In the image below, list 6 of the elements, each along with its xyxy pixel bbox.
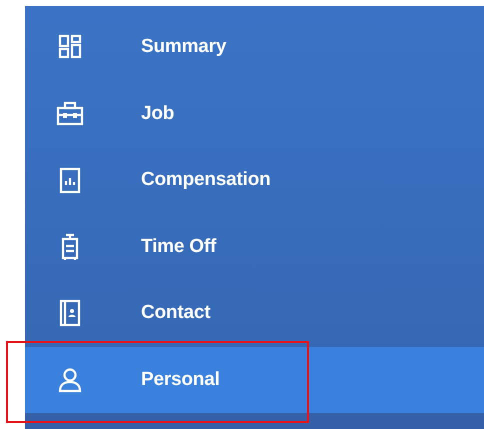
- sidebar-item[interactable]: Job: [25, 80, 484, 147]
- sidebar-item[interactable]: Contact: [25, 280, 484, 346]
- sidebar-item[interactable]: Personal: [25, 346, 484, 413]
- sidebar-item[interactable]: Summary: [25, 14, 484, 80]
- sidebar-item[interactable]: Time Off: [25, 214, 484, 280]
- sidebar-item[interactable]: Compensation: [25, 147, 484, 214]
